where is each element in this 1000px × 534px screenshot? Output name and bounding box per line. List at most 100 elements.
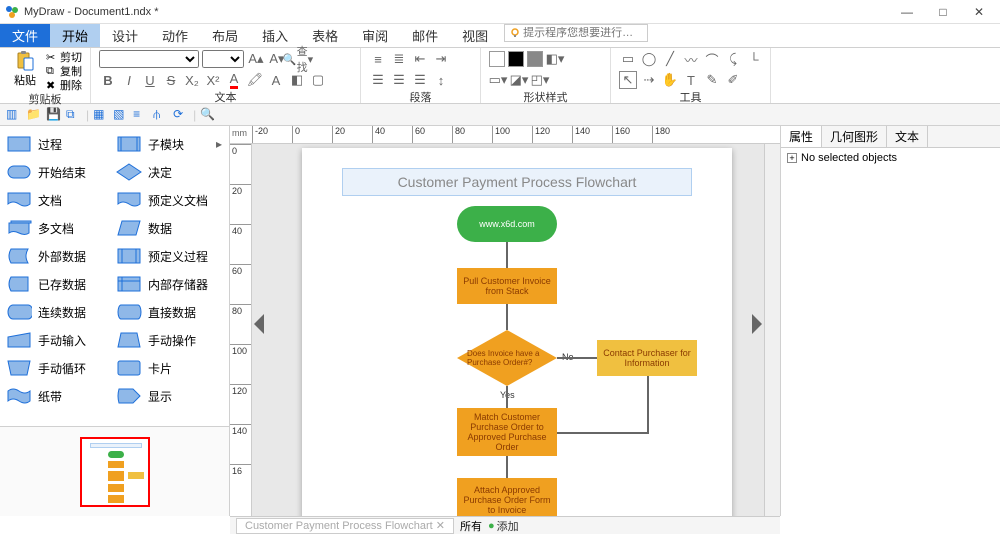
find-button[interactable]: 🔍查找▾ [289,50,307,68]
strip-copy-icon[interactable]: ⧉ [66,107,82,123]
shape-item[interactable]: 纸带 [4,382,114,410]
superscript-icon[interactable]: X² [204,71,222,89]
fc-step2[interactable]: Match Customer Purchase Order to Approve… [457,408,557,456]
strip-rotate-icon[interactable]: ⟳ [173,107,189,123]
tool-curve-icon[interactable]: 〰 [682,50,700,68]
tool-arc-icon[interactable]: ⌒ [703,50,721,68]
line-spacing-icon[interactable]: ↕ [432,71,450,89]
help-search[interactable] [504,24,648,42]
shadow-icon[interactable]: A [267,71,285,89]
shape-item[interactable]: 开始结束 [4,158,114,186]
tool-pan-icon[interactable]: ✋ [661,71,679,89]
tab-insert[interactable]: 插入 [250,24,300,47]
increase-font-icon[interactable]: A▴ [247,50,265,68]
strip-new-icon[interactable]: ▥ [6,107,22,123]
shape-shadow-icon[interactable]: ◪▾ [510,71,528,89]
italic-icon[interactable]: I [120,71,138,89]
shape-item[interactable]: 手动操作 [114,326,224,354]
tool-connector-icon[interactable]: ⇢ [640,71,658,89]
shape-item[interactable]: 卡片 [114,354,224,382]
fc-start[interactable]: www.x6d.com [457,206,557,242]
minimize-button[interactable]: — [898,3,916,21]
tab-review[interactable]: 审阅 [350,24,400,47]
align-left-icon[interactable]: ☰ [369,71,387,89]
strip-align-icon[interactable]: ≡ [133,107,149,123]
shape-item[interactable]: 数据 [114,214,224,242]
tool-ellipse-icon[interactable]: ◯ [640,50,658,68]
drawing-page[interactable]: Customer Payment Process Flowchart www.x… [302,148,732,516]
shape-corner-icon[interactable]: ◰▾ [531,71,549,89]
bold-icon[interactable]: B [99,71,117,89]
close-button[interactable]: ✕ [970,3,988,21]
vertical-scrollbar[interactable] [764,144,780,516]
help-search-input[interactable] [523,27,643,39]
shape-item[interactable]: 已存数据 [4,270,114,298]
flowchart-title[interactable]: Customer Payment Process Flowchart [342,168,692,196]
shape-item[interactable]: 文档 [4,186,114,214]
shape-item[interactable]: 过程 [4,130,114,158]
doctab-all[interactable]: 所有 [460,518,482,534]
highlight-icon[interactable]: 🖍 [246,71,264,89]
numbering-icon[interactable]: ≣ [390,50,408,68]
tab-mail[interactable]: 邮件 [400,24,450,47]
tab-design[interactable]: 设计 [100,24,150,47]
align-right-icon[interactable]: ☰ [411,71,429,89]
shape-item[interactable]: 手动循环 [4,354,114,382]
strip-ungroup-icon[interactable]: ▧ [113,107,129,123]
shape-fill-icon[interactable]: ◧▾ [546,50,564,68]
fc-step3[interactable]: Attach Approved Purchase Order Form to I… [457,478,557,516]
indent-right-icon[interactable]: ⇥ [432,50,450,68]
canvas[interactable]: Customer Payment Process Flowchart www.x… [252,144,764,516]
bullets-icon[interactable]: ≡ [369,50,387,68]
strip-search-icon[interactable]: 🔍 [200,107,216,123]
tab-text[interactable]: 文本 [887,126,928,147]
shape-item[interactable]: 子模块▸ [114,130,224,158]
paste-button[interactable]: 粘贴 [8,50,42,88]
tool-rect-icon[interactable]: ▭ [619,50,637,68]
tool-line-icon[interactable]: ╱ [661,50,679,68]
fill-black[interactable] [508,51,524,67]
tool-pencil-icon[interactable]: ✎ [703,71,721,89]
tool-pointer-icon[interactable]: ↖ [619,71,637,89]
tab-start[interactable]: 开始 [50,24,100,47]
shape-item[interactable]: 外部数据 [4,242,114,270]
strip-save-icon[interactable]: 💾 [46,107,62,123]
tab-geometry[interactable]: 几何图形 [822,126,887,147]
font-size-select[interactable] [202,50,244,68]
shape-item[interactable]: 内部存储器 [114,270,224,298]
page-thumbnail[interactable] [80,437,150,507]
shape-item[interactable]: 直接数据 [114,298,224,326]
scroll-right-handle[interactable] [752,314,762,337]
strip-group-icon[interactable]: ▦ [93,107,109,123]
shape-item[interactable]: 多文档 [4,214,114,242]
tab-properties[interactable]: 属性 [781,126,822,147]
maximize-button[interactable]: □ [934,3,952,21]
fc-step1[interactable]: Pull Customer Invoice from Stack [457,268,557,304]
fill-gray[interactable] [527,51,543,67]
fill-white[interactable] [489,51,505,67]
underline-icon[interactable]: U [141,71,159,89]
scroll-left-handle[interactable] [254,314,264,337]
tab-action[interactable]: 动作 [150,24,200,47]
tab-file[interactable]: 文件 [0,24,50,47]
shape-item[interactable]: 手动输入 [4,326,114,354]
fill-icon[interactable]: ◧ [288,71,306,89]
delete-button[interactable]: ✖删除 [46,78,82,91]
shape-item[interactable]: 决定 [114,158,224,186]
subscript-icon[interactable]: X₂ [183,71,201,89]
shape-item[interactable]: 预定义过程 [114,242,224,270]
doctab-page1[interactable]: Customer Payment Process Flowchart ✕ [236,518,454,534]
strip-open-icon[interactable]: 📁 [26,107,42,123]
tab-table[interactable]: 表格 [300,24,350,47]
cut-button[interactable]: ✂剪切 [46,50,82,63]
shape-item[interactable]: 连续数据 [4,298,114,326]
shape-outline-icon[interactable]: ▭▾ [489,71,507,89]
strike-icon[interactable]: S [162,71,180,89]
tab-view[interactable]: 视图 [450,24,500,47]
shape-item[interactable]: 显示 [114,382,224,410]
align-center-icon[interactable]: ☰ [390,71,408,89]
tool-freeform-icon[interactable]: ✐ [724,71,742,89]
tab-layout[interactable]: 布局 [200,24,250,47]
shape-item[interactable]: 预定义文档 [114,186,224,214]
indent-left-icon[interactable]: ⇤ [411,50,429,68]
